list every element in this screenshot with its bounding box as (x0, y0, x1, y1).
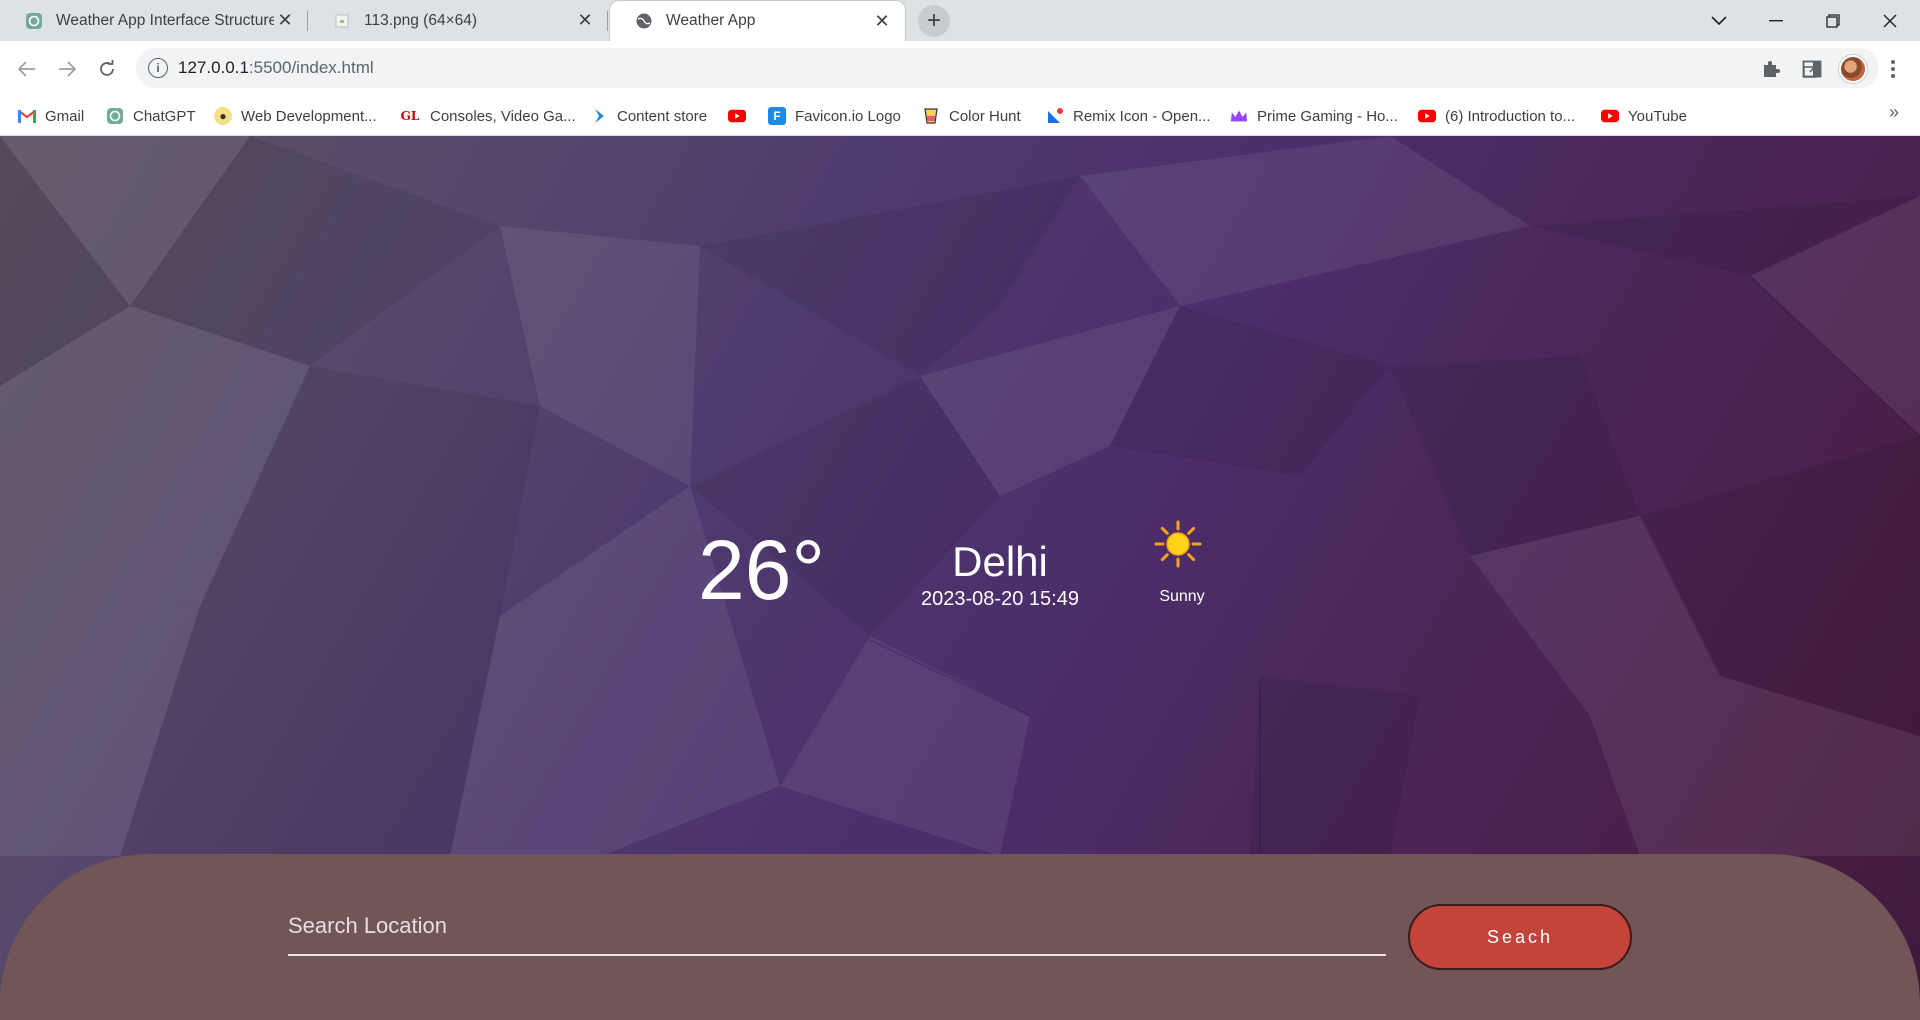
url-text: 127.0.0.1:5500/index.html (178, 58, 374, 78)
forward-icon[interactable] (52, 54, 82, 84)
image-file-icon (332, 11, 352, 31)
search-location-input[interactable] (288, 898, 1386, 956)
chatgpt-icon (106, 107, 124, 125)
bookmark-youtube[interactable] (728, 96, 755, 136)
youtube-icon (728, 107, 746, 125)
url-host: 127.0.0.1 (178, 58, 249, 77)
bookmark-youtube-2[interactable]: YouTube (1601, 96, 1687, 136)
bookmark-introduction[interactable]: (6) Introduction to... (1418, 96, 1575, 136)
bookmarks-bar: Gmail ChatGPT ● Web Development... GL Co… (0, 96, 1920, 136)
bookmark-label: Remix Icon - Open... (1073, 107, 1211, 125)
bookmark-consoles[interactable]: GL Consoles, Video Ga... (399, 96, 576, 136)
bookmark-label: Color Hunt (949, 107, 1021, 125)
bookmark-web-development[interactable]: ● Web Development... (214, 96, 377, 136)
bookmark-label: Prime Gaming - Ho... (1257, 107, 1398, 125)
bookmark-color-hunt[interactable]: Color Hunt (922, 96, 1021, 136)
bookmark-label: Web Development... (241, 107, 377, 125)
restore-icon[interactable] (1805, 0, 1861, 41)
bookmark-label: ChatGPT (133, 107, 196, 125)
new-tab-button[interactable]: + (918, 5, 950, 37)
close-tab-icon[interactable]: ✕ (871, 10, 893, 32)
bookmark-label: (6) Introduction to... (1445, 107, 1576, 125)
bookmark-gmail[interactable]: Gmail (18, 96, 84, 136)
search-panel: Seach (0, 854, 1920, 1020)
youtube-icon (1418, 107, 1436, 125)
more-bookmarks-icon[interactable]: » (1882, 100, 1906, 124)
close-tab-icon[interactable]: ✕ (274, 10, 296, 32)
tab-title: Weather App (666, 12, 756, 29)
bookmark-chatgpt[interactable]: ChatGPT (106, 96, 196, 136)
bookmark-label: Content store (617, 107, 708, 125)
weather-condition: Sunny (1159, 588, 1205, 605)
page-viewport: 26° Delhi 2023-08-20 15:49 Sunny Seach (0, 136, 1920, 1020)
content-store-icon (590, 107, 608, 125)
close-window-icon[interactable] (1862, 0, 1918, 41)
browser-toolbar: i 127.0.0.1:5500/index.html (0, 41, 1920, 96)
bookmark-label: Favicon.io Logo (795, 107, 901, 125)
remix-icon (1046, 107, 1064, 125)
more-menu-icon[interactable] (1878, 54, 1908, 84)
sun-icon (1154, 520, 1202, 568)
youtube-icon (1601, 107, 1619, 125)
back-icon[interactable] (12, 54, 42, 84)
bookmark-content-store[interactable]: Content store (590, 96, 707, 136)
bookmark-label: Consoles, Video Ga... (430, 107, 576, 125)
bookmark-label: Gmail (45, 107, 85, 125)
bookmark-favicon-io[interactable]: F Favicon.io Logo (768, 96, 901, 136)
city-name: Delhi (952, 538, 1048, 585)
tab-strip: Weather App Interface Structure ✕ 113.pn… (0, 0, 1920, 41)
gl-icon: GL (400, 109, 420, 123)
globe-icon (634, 11, 654, 31)
favicon-io-icon: F (768, 107, 786, 125)
address-bar[interactable]: i 127.0.0.1:5500/index.html (136, 48, 1879, 88)
url-path: :5500/index.html (248, 58, 374, 77)
bookmark-label: YouTube (1628, 107, 1687, 125)
bookmark-prime-gaming[interactable]: Prime Gaming - Ho... (1230, 96, 1398, 136)
site-info-icon[interactable]: i (148, 58, 168, 78)
color-hunt-icon (922, 107, 940, 125)
reload-icon[interactable] (92, 54, 122, 84)
webdev-icon: ● (214, 107, 232, 125)
tab-113-png[interactable]: 113.png (64×64) ✕ (308, 0, 608, 41)
chatgpt-icon (24, 11, 44, 31)
side-panel-icon[interactable] (1797, 54, 1827, 84)
bookmark-remix-icon[interactable]: Remix Icon - Open... (1046, 96, 1211, 136)
tab-weather-app-interface-structure[interactable]: Weather App Interface Structure ✕ (0, 0, 308, 41)
temperature: 26° (698, 523, 826, 617)
date-time: 2023-08-20 15:49 (921, 588, 1079, 610)
tab-title: 113.png (64×64) (364, 11, 478, 29)
tab-weather-app[interactable]: Weather App ✕ (609, 0, 906, 41)
gmail-icon (18, 107, 36, 125)
profile-avatar[interactable] (1839, 55, 1867, 83)
search-button[interactable]: Seach (1408, 904, 1632, 970)
tab-search-chevron-icon[interactable] (1691, 0, 1747, 41)
prime-gaming-icon (1230, 107, 1248, 125)
close-tab-icon[interactable]: ✕ (574, 10, 596, 32)
extensions-icon[interactable] (1756, 54, 1786, 84)
tab-title: Weather App Interface Structure (56, 11, 274, 29)
minimize-icon[interactable] (1748, 0, 1804, 41)
